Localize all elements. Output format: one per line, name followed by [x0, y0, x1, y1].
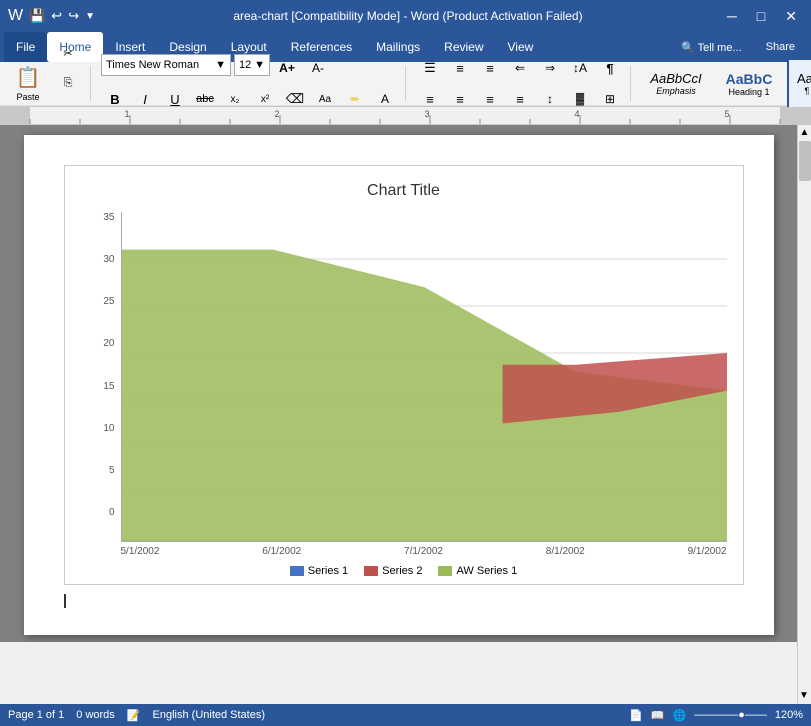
legend-color-series1 — [290, 566, 304, 576]
app-title: area-chart [Compatibility Mode] - Word (… — [95, 9, 721, 23]
style-heading1-preview: AaBbC — [726, 71, 773, 87]
cut-button[interactable]: ✂ — [54, 40, 82, 68]
x-label-1: 5/1/2002 — [121, 546, 160, 557]
font-size-value: 12 — [239, 59, 251, 71]
chart-plot — [121, 212, 727, 542]
svg-text:3: 3 — [424, 109, 429, 119]
y-label-15: 15 — [103, 381, 114, 392]
maximize-button[interactable]: □ — [751, 6, 771, 26]
style-normal-label: ¶ Normal — [804, 86, 811, 96]
copy-button[interactable]: ⎘ — [54, 70, 82, 98]
style-normal[interactable]: AaBbCcI ¶ Normal — [787, 58, 811, 110]
ruler: 1 2 3 4 5 — [0, 107, 811, 125]
style-emphasis-label: Emphasis — [656, 86, 696, 96]
scroll-down-button[interactable]: ▼ — [797, 688, 811, 703]
legend-label-series1: Series 1 — [308, 565, 348, 577]
legend-label-awseries1: AW Series 1 — [456, 565, 517, 577]
bullets-button[interactable]: ☰ — [416, 54, 444, 82]
chart-legend: Series 1 Series 2 AW Series 1 — [81, 565, 727, 577]
y-label-30: 30 — [103, 254, 114, 265]
legend-awseries1: AW Series 1 — [438, 565, 517, 577]
quick-dropdown[interactable]: ▼ — [85, 11, 95, 22]
legend-label-series2: Series 2 — [382, 565, 422, 577]
close-button[interactable]: ✕ — [779, 6, 803, 27]
minimize-button[interactable]: ─ — [721, 6, 743, 26]
numbering-button[interactable]: ≡ — [446, 54, 474, 82]
zoom-level: 120% — [775, 709, 803, 721]
legend-color-series2 — [364, 566, 378, 576]
font-size-arrow: ▼ — [254, 59, 265, 71]
chart-container: Chart Title 35 30 25 20 15 10 5 0 — [64, 165, 744, 585]
font-size-increase[interactable]: A+ — [273, 54, 301, 82]
page: Chart Title 35 30 25 20 15 10 5 0 — [24, 135, 774, 635]
y-label-5: 5 — [109, 465, 115, 476]
chart-title: Chart Title — [81, 182, 727, 200]
title-bar-right: ─ □ ✕ — [721, 6, 803, 27]
quick-save[interactable]: 💾 — [29, 8, 45, 24]
style-heading1-label: Heading 1 — [728, 87, 769, 97]
y-label-25: 25 — [103, 296, 114, 307]
x-label-2: 6/1/2002 — [262, 546, 301, 557]
scrollbar-vertical[interactable]: ▲ ▼ — [797, 125, 811, 704]
font-name-arrow: ▼ — [215, 59, 226, 71]
style-normal-preview: AaBbCcI — [797, 71, 811, 86]
font-name-value: Times New Roman — [106, 59, 199, 71]
text-cursor — [64, 594, 66, 608]
view-read-btn[interactable]: 📖 — [651, 709, 665, 722]
page-info: Page 1 of 1 — [8, 709, 64, 721]
x-axis-labels: 5/1/2002 6/1/2002 7/1/2002 8/1/2002 9/1/… — [81, 546, 727, 557]
y-axis: 35 30 25 20 15 10 5 0 — [81, 212, 121, 542]
legend-color-awseries1 — [438, 566, 452, 576]
decrease-indent-button[interactable]: ⇐ — [506, 54, 534, 82]
multilevel-button[interactable]: ≡ — [476, 54, 504, 82]
menu-file[interactable]: File — [4, 32, 47, 62]
status-left: Page 1 of 1 0 words 📝 English (United St… — [8, 709, 265, 722]
show-marks-button[interactable]: ¶ — [596, 54, 624, 82]
chart-area: 35 30 25 20 15 10 5 0 — [81, 212, 727, 542]
ribbon-row1: 📋Paste ✂ ⎘ 🖌 Times New Roman ▼ 12 ▼ A+ — [0, 62, 811, 106]
y-label-0: 0 — [109, 507, 115, 518]
y-label-10: 10 — [103, 423, 114, 434]
increase-indent-button[interactable]: ⇒ — [536, 54, 564, 82]
svg-text:4: 4 — [574, 109, 579, 119]
font-name-dropdown[interactable]: Times New Roman ▼ — [101, 54, 231, 76]
style-emphasis[interactable]: AaBbCcI Emphasis — [641, 58, 711, 110]
word-icon: W — [8, 7, 23, 25]
paste-button[interactable]: 📋Paste — [6, 59, 50, 109]
x-label-4: 8/1/2002 — [546, 546, 585, 557]
quick-redo[interactable]: ↪ — [68, 8, 79, 24]
svg-text:2: 2 — [274, 109, 279, 119]
legend-series2: Series 2 — [364, 565, 422, 577]
cursor-line — [64, 593, 734, 609]
view-print-btn[interactable]: 📄 — [629, 709, 643, 722]
title-bar-left: W 💾 ↩ ↪ ▼ — [8, 7, 95, 25]
scroll-up-button[interactable]: ▲ — [798, 125, 811, 140]
y-label-20: 20 — [103, 338, 114, 349]
ribbon: 📋Paste ✂ ⎘ 🖌 Times New Roman ▼ 12 ▼ A+ — [0, 62, 811, 107]
status-right: 📄 📖 🌐 ————●—— 120% — [629, 709, 803, 722]
font-size-dropdown[interactable]: 12 ▼ — [234, 54, 270, 76]
style-heading1[interactable]: AaBbC Heading 1 — [714, 58, 784, 110]
zoom-slider[interactable]: ————●—— — [694, 709, 767, 721]
scroll-thumb[interactable] — [799, 141, 811, 181]
svg-text:1: 1 — [124, 109, 129, 119]
x-label-5: 9/1/2002 — [688, 546, 727, 557]
doc-scroll-area[interactable]: Chart Title 35 30 25 20 15 10 5 0 — [0, 125, 797, 642]
language: English (United States) — [153, 709, 266, 721]
word-count: 0 words — [76, 709, 115, 721]
view-web-btn[interactable]: 🌐 — [673, 709, 687, 722]
x-label-3: 7/1/2002 — [404, 546, 443, 557]
document-area: Chart Title 35 30 25 20 15 10 5 0 — [0, 125, 811, 704]
proofing-icon: 📝 — [127, 709, 141, 722]
legend-series1: Series 1 — [290, 565, 348, 577]
quick-undo[interactable]: ↩ — [51, 8, 62, 24]
font-size-decrease[interactable]: A- — [304, 54, 332, 82]
y-label-35: 35 — [103, 212, 114, 223]
sort-button[interactable]: ↕A — [566, 54, 594, 82]
title-bar: W 💾 ↩ ↪ ▼ area-chart [Compatibility Mode… — [0, 0, 811, 32]
style-emphasis-preview: AaBbCcI — [650, 71, 701, 86]
status-bar: Page 1 of 1 0 words 📝 English (United St… — [0, 704, 811, 726]
svg-text:5: 5 — [724, 109, 729, 119]
